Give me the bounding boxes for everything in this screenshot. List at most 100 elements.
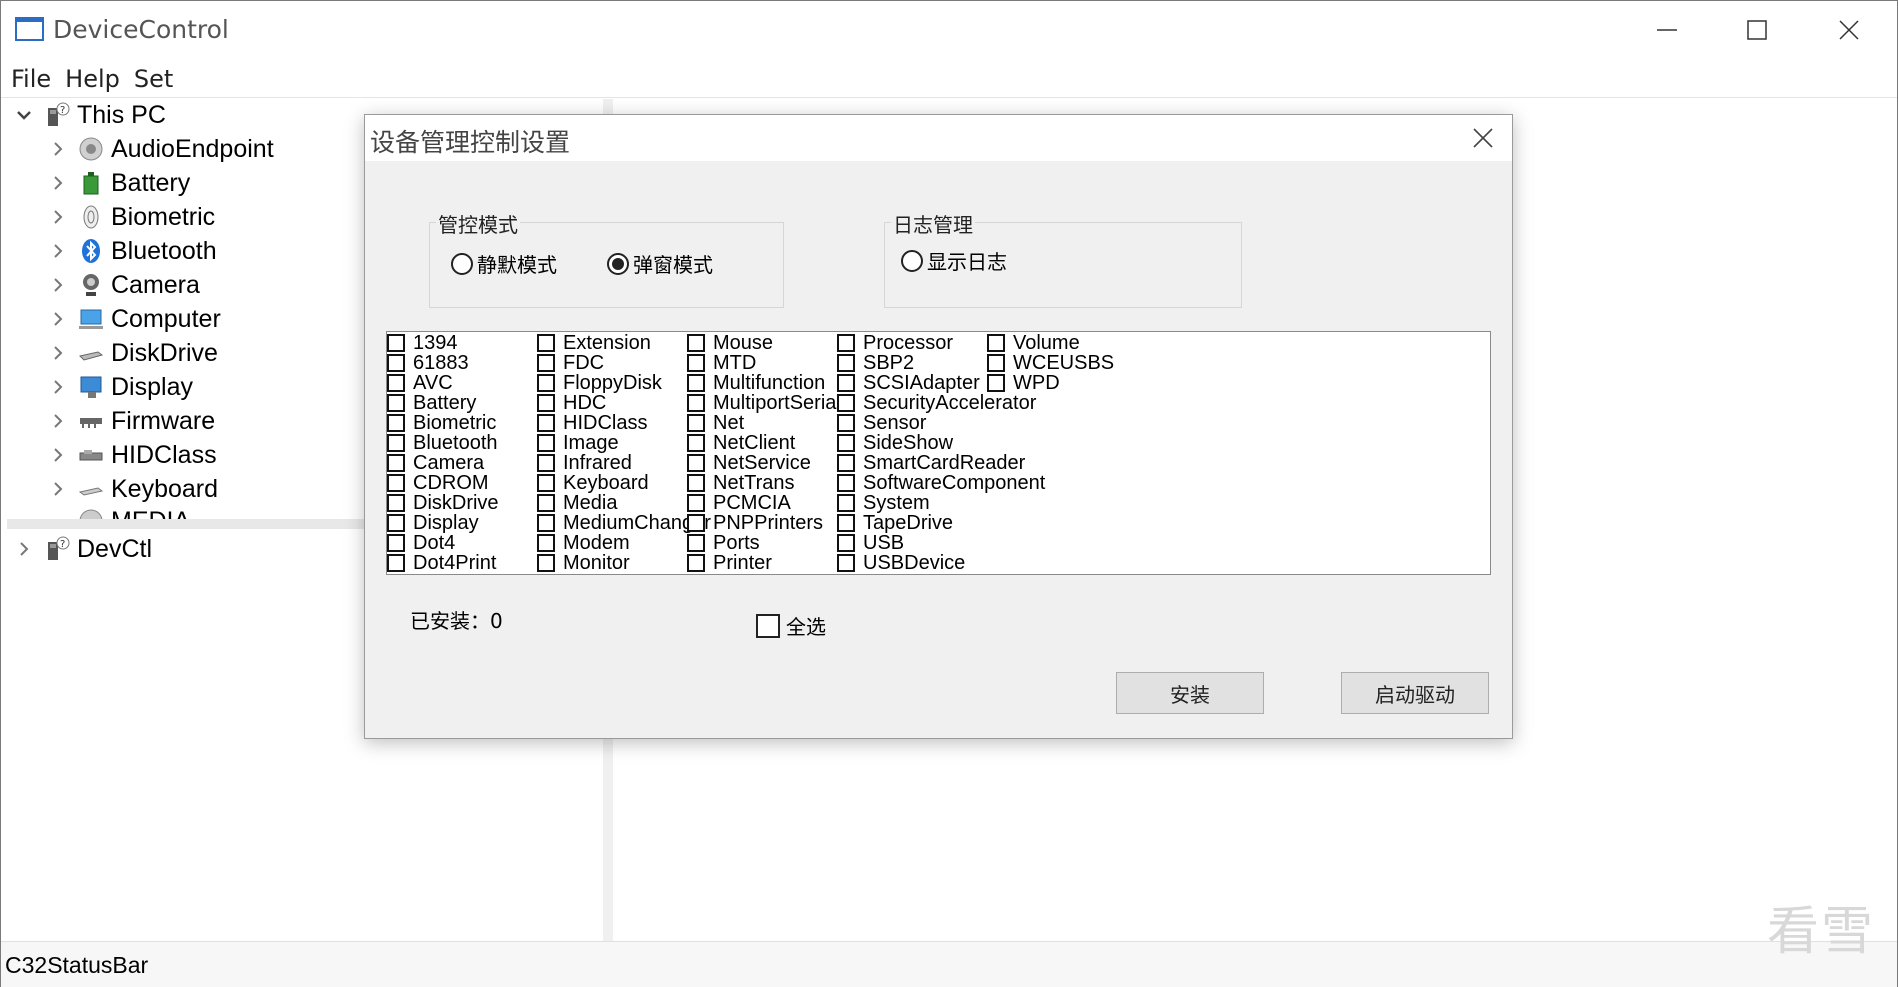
tree-node-media-partial[interactable]: MEDIA — [47, 507, 190, 519]
menu-help[interactable]: Help — [65, 63, 120, 97]
checkbox-box[interactable] — [537, 354, 555, 372]
checkbox-box[interactable] — [837, 394, 855, 412]
checkbox-box[interactable] — [537, 414, 555, 432]
chevron-right-icon[interactable] — [47, 478, 69, 500]
checkbox-box[interactable] — [687, 494, 705, 512]
device-checkbox-item[interactable]: TapeDrive — [837, 513, 1137, 533]
show-log-radio[interactable]: 显示日志 — [901, 246, 1007, 275]
device-checkbox-item[interactable]: CDROM — [387, 473, 537, 493]
device-checkbox-item[interactable]: Dot4Print — [387, 553, 537, 573]
device-checkbox-item[interactable]: SmartCardReader — [837, 453, 1137, 473]
tree-node-firmware[interactable]: Firmware — [47, 405, 215, 437]
device-checkbox-item[interactable]: Monitor — [537, 553, 687, 573]
chevron-right-icon[interactable] — [47, 240, 69, 262]
minimize-button[interactable] — [1621, 1, 1713, 59]
checkbox-box[interactable] — [387, 454, 405, 472]
device-checkbox-item[interactable]: Net — [687, 413, 837, 433]
device-checkbox-item[interactable]: Media — [537, 493, 687, 513]
tree-node-biometric[interactable]: Biometric — [47, 201, 215, 233]
checkbox-box[interactable] — [387, 494, 405, 512]
checkbox-box[interactable] — [387, 474, 405, 492]
device-checkbox-item[interactable]: SecurityAccelerator — [837, 393, 1137, 413]
device-checkbox-item[interactable]: Battery — [387, 393, 537, 413]
chevron-right-icon[interactable] — [47, 308, 69, 330]
install-button[interactable]: 安装 — [1116, 672, 1264, 714]
tree-node-camera[interactable]: Camera — [47, 269, 200, 301]
device-checkbox-item[interactable]: Camera — [387, 453, 537, 473]
menu-set[interactable]: Set — [134, 63, 173, 97]
tree-node-devctl[interactable]: ? DevCtl — [13, 533, 152, 565]
tree-scroll-region[interactable] — [7, 519, 367, 529]
checkbox-box[interactable] — [687, 394, 705, 412]
checkbox-box[interactable] — [687, 414, 705, 432]
checkbox-box[interactable] — [987, 354, 1005, 372]
chevron-right-icon[interactable] — [47, 138, 69, 160]
menu-file[interactable]: File — [11, 63, 51, 97]
chevron-right-icon[interactable] — [47, 274, 69, 296]
checkbox-box[interactable] — [837, 534, 855, 552]
device-checkbox-item[interactable]: SideShow — [837, 433, 1137, 453]
device-class-list[interactable]: 1394 61883 AVC Battery Biometric Bluetooth Cam… — [386, 331, 1491, 575]
checkbox-box[interactable] — [537, 494, 555, 512]
device-checkbox-item[interactable]: MTD — [687, 353, 837, 373]
device-checkbox-item[interactable]: DiskDrive — [387, 493, 537, 513]
checkbox-box[interactable] — [387, 554, 405, 572]
chevron-right-icon[interactable] — [13, 538, 35, 560]
device-checkbox-item[interactable]: WCEUSBS — [987, 353, 1137, 373]
chevron-right-icon[interactable] — [47, 507, 69, 519]
select-all-checkbox[interactable]: 全选 — [756, 611, 826, 640]
device-checkbox-item[interactable]: Extension — [537, 333, 687, 353]
checkbox-box[interactable] — [837, 374, 855, 392]
checkbox-box[interactable] — [687, 334, 705, 352]
radio-circle[interactable] — [901, 249, 923, 272]
device-checkbox-item[interactable]: NetTrans — [687, 473, 837, 493]
checkbox-box[interactable] — [687, 434, 705, 452]
checkbox-box[interactable] — [537, 334, 555, 352]
device-checkbox-item[interactable]: USBDevice — [837, 553, 1137, 573]
chevron-right-icon[interactable] — [47, 444, 69, 466]
device-checkbox-item[interactable]: FDC — [537, 353, 687, 373]
checkbox-box[interactable] — [537, 394, 555, 412]
checkbox-box[interactable] — [537, 474, 555, 492]
device-checkbox-item[interactable]: SoftwareComponent — [837, 473, 1137, 493]
checkbox-box[interactable] — [687, 374, 705, 392]
tree-node-computer[interactable]: Computer — [47, 303, 221, 335]
checkbox-box[interactable] — [537, 554, 555, 572]
device-checkbox-item[interactable]: Image — [537, 433, 687, 453]
device-checkbox-item[interactable]: Volume — [987, 333, 1137, 353]
device-checkbox-item[interactable]: FloppyDisk — [537, 373, 687, 393]
tree-node-this-pc[interactable]: ? This PC — [13, 99, 166, 131]
device-checkbox-item[interactable]: MediumChanger — [537, 513, 711, 533]
radio-circle[interactable] — [451, 252, 473, 275]
checkbox-box[interactable] — [537, 534, 555, 552]
chevron-right-icon[interactable] — [47, 410, 69, 432]
chevron-right-icon[interactable] — [47, 172, 69, 194]
device-checkbox-item[interactable]: HDC — [537, 393, 687, 413]
checkbox-box[interactable] — [837, 334, 855, 352]
checkbox-box[interactable] — [387, 414, 405, 432]
checkbox-box[interactable] — [837, 474, 855, 492]
checkbox-box[interactable] — [687, 474, 705, 492]
close-window-button[interactable] — [1803, 1, 1895, 59]
checkbox-box[interactable] — [837, 414, 855, 432]
chevron-down-icon[interactable] — [13, 104, 35, 126]
checkbox-box[interactable] — [537, 454, 555, 472]
tree-node-bluetooth[interactable]: Bluetooth — [47, 235, 217, 267]
device-checkbox-item[interactable]: USB — [837, 533, 1137, 553]
checkbox-box[interactable] — [987, 374, 1005, 392]
checkbox-box[interactable] — [387, 354, 405, 372]
checkbox-box[interactable] — [537, 514, 555, 532]
device-checkbox-item[interactable]: Infrared — [537, 453, 687, 473]
device-checkbox-item[interactable]: Keyboard — [537, 473, 687, 493]
device-checkbox-item[interactable]: WPD — [987, 373, 1137, 393]
device-checkbox-item[interactable]: NetService — [687, 453, 837, 473]
checkbox-box[interactable] — [687, 354, 705, 372]
device-checkbox-item[interactable]: PCMCIA — [687, 493, 837, 513]
device-checkbox-item[interactable]: HIDClass — [537, 413, 687, 433]
checkbox-box[interactable] — [687, 514, 705, 532]
device-checkbox-item[interactable]: AVC — [387, 373, 537, 393]
checkbox-box[interactable] — [837, 454, 855, 472]
checkbox-box[interactable] — [537, 434, 555, 452]
checkbox-box[interactable] — [387, 514, 405, 532]
checkbox-box[interactable] — [387, 534, 405, 552]
